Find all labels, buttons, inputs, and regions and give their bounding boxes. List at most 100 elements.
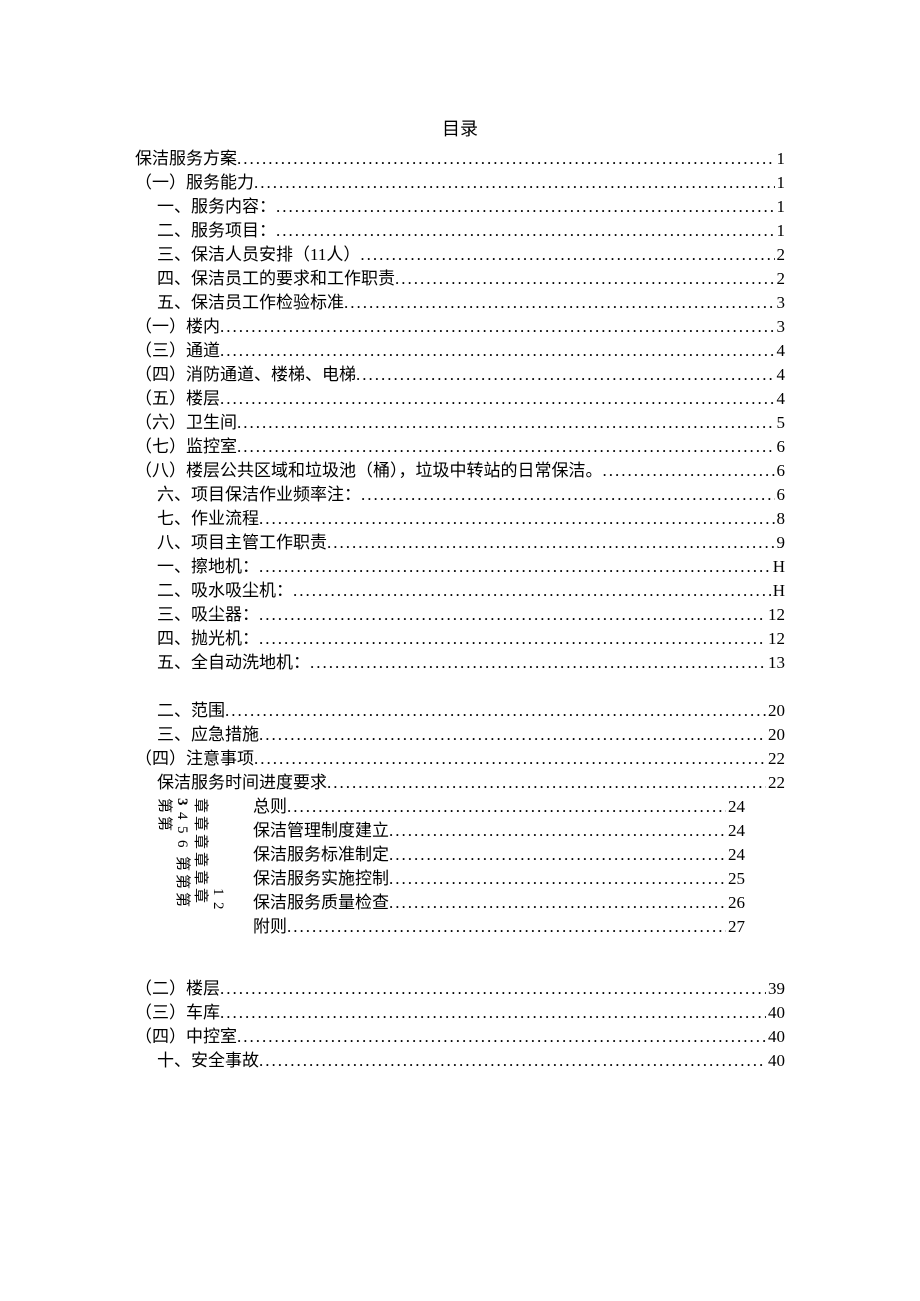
toc-section-2: 二、范围20三、应急措施20（四）注意事项22保洁服务时间进度要求22 — [135, 702, 785, 791]
rot-zhang-1: 章 — [192, 798, 207, 813]
toc-entry-label: 八、项目主管工作职责 — [157, 534, 327, 551]
toc-entry-page: 1 — [775, 198, 786, 215]
toc-entry: 四、保洁员工的要求和工作职责2 — [135, 270, 785, 287]
rot-zhang-3: 章 — [192, 834, 207, 849]
toc-dots — [356, 366, 775, 383]
toc-dots — [259, 630, 766, 647]
chapter-page: 24 — [726, 846, 745, 863]
chapter-lines: 总则24保洁管理制度建立24保洁服务标准制定24保洁服务实施控制25保洁服务质量… — [253, 798, 745, 942]
toc-entry: 七、作业流程8 — [135, 510, 785, 527]
rot-num-6: 6 — [174, 840, 189, 848]
chapter-label: 保洁服务实施控制 — [253, 870, 389, 887]
toc-dots — [603, 462, 775, 479]
toc-entry: 保洁服务时间进度要求22 — [135, 774, 785, 791]
toc-entry-page: 13 — [766, 654, 785, 671]
toc-entry-label: （三）通道 — [135, 342, 220, 359]
toc-entry: 四、抛光机：12 — [135, 630, 785, 647]
toc-entry: 十、安全事故40 — [135, 1052, 785, 1069]
toc-entry-label: 三、保洁人员安排（11人） — [157, 246, 360, 263]
toc-entry-label: 四、抛光机： — [157, 630, 259, 647]
toc-entry-page: 8 — [775, 510, 786, 527]
toc-entry-label: （七）监控室 — [135, 438, 237, 455]
chapter-label: 保洁服务质量检查 — [253, 894, 389, 911]
document-page: 目录 保洁服务方案1（一）服务能力1一、服务内容：1二、服务项目：1三、保洁人员… — [0, 0, 920, 1301]
toc-dots — [237, 150, 775, 167]
toc-entry: （一）服务能力1 — [135, 174, 785, 191]
chapter-entry: 保洁服务质量检查 26 — [253, 894, 745, 911]
toc-entry-page: 9 — [775, 534, 786, 551]
toc-entry-label: （三）车库 — [135, 1004, 220, 1021]
toc-dots — [276, 198, 775, 215]
toc-dots — [389, 822, 726, 839]
toc-dots — [327, 774, 766, 791]
chapter-entry: 附则 27 — [253, 918, 745, 935]
toc-entry: （四）注意事项 22 — [135, 750, 785, 767]
toc-entry: （八）楼层公共区域和垃圾池（桶），垃圾中转站的日常保洁。6 — [135, 462, 785, 479]
toc-entry-page: 40 — [766, 1028, 785, 1045]
toc-entry-page: 6 — [775, 486, 786, 503]
toc-entry-page: 22 — [766, 750, 785, 767]
toc-dots — [220, 318, 775, 335]
toc-dots — [395, 270, 775, 287]
toc-entry-page: 5 — [775, 414, 786, 431]
rot-di-5: 第 — [174, 892, 189, 907]
chapter-page: 26 — [726, 894, 745, 911]
toc-entry-label: （八）楼层公共区域和垃圾池（桶），垃圾中转站的日常保洁。 — [135, 462, 603, 479]
toc-entry: 一、服务内容： 1 — [135, 198, 785, 215]
toc-entry: 五、保洁员工作检验标准3 — [135, 294, 785, 311]
toc-entry: 一、擦地机：H — [135, 558, 785, 575]
toc-entry-page: 4 — [775, 342, 786, 359]
toc-entry-label: （四）中控室 — [135, 1028, 237, 1045]
toc-dots — [389, 894, 726, 911]
toc-entry-page: 1 — [775, 150, 786, 167]
rot-di-1: 第 — [156, 798, 171, 813]
toc-gap — [135, 678, 785, 702]
rotated-labels: 第 第 3 4 5 6 章 章 章 章 第 第 第 章 章 1 2 — [165, 798, 235, 948]
toc-dots — [310, 654, 766, 671]
toc-section-main: 保洁服务方案1（一）服务能力1一、服务内容：1二、服务项目：1三、保洁人员安排（… — [135, 150, 785, 671]
toc-dots — [220, 980, 766, 997]
toc-entry-label: 保洁服务方案 — [135, 150, 237, 167]
toc-dots — [389, 846, 726, 863]
chapter-label: 保洁服务标准制定 — [253, 846, 389, 863]
chapter-entry: 保洁管理制度建立24 — [253, 822, 745, 839]
toc-entry-page: 3 — [775, 318, 786, 335]
toc-dots — [259, 558, 771, 575]
toc-dots — [287, 798, 726, 815]
toc-entry-label: 一、服务内容： — [157, 198, 276, 215]
rot-di-3: 第 — [174, 856, 189, 871]
toc-entry-label: 六、项目保洁作业频率注： — [157, 486, 361, 503]
toc-entry-page: 20 — [766, 702, 785, 719]
chapter-page: 27 — [726, 918, 745, 935]
toc-dots — [361, 486, 775, 503]
toc-entry-page: 12 — [766, 606, 785, 623]
toc-entry-page: 4 — [775, 366, 786, 383]
toc-dots — [276, 222, 775, 239]
toc-entry-label: （一）服务能力 — [135, 174, 254, 191]
toc-entry-label: （四）注意事项 — [135, 750, 254, 767]
rot-zhang-6: 章 — [192, 888, 207, 903]
toc-dots — [327, 534, 775, 551]
toc-entry-page: 40 — [766, 1052, 785, 1069]
toc-entry-label: 保洁服务时间进度要求 — [157, 774, 327, 791]
toc-entry-label: 五、保洁员工作检验标准 — [157, 294, 344, 311]
chapter-label: 附则 — [253, 918, 287, 935]
toc-entry-label: （二）楼层 — [135, 980, 220, 997]
toc-entry-label: 二、吸水吸尘机： — [157, 582, 293, 599]
toc-dots — [220, 1004, 766, 1021]
toc-dots — [254, 750, 766, 767]
toc-entry-label: （一）楼内 — [135, 318, 220, 335]
toc-gap-2 — [135, 956, 785, 980]
toc-entry: （三）车库40 — [135, 1004, 785, 1021]
toc-dots — [293, 582, 771, 599]
toc-entry: 二、范围20 — [135, 702, 785, 719]
toc-title: 目录 — [135, 120, 785, 138]
rot-num-3: 3 — [174, 798, 189, 806]
toc-entry: （六）卫生间5 — [135, 414, 785, 431]
rot-zhang-5: 章 — [192, 870, 207, 885]
toc-entry: 二、吸水吸尘机：H — [135, 582, 785, 599]
rot-zhang-4: 章 — [192, 852, 207, 867]
toc-dots — [220, 390, 775, 407]
toc-dots — [344, 294, 775, 311]
chapter-entry: 保洁服务实施控制25 — [253, 870, 745, 887]
